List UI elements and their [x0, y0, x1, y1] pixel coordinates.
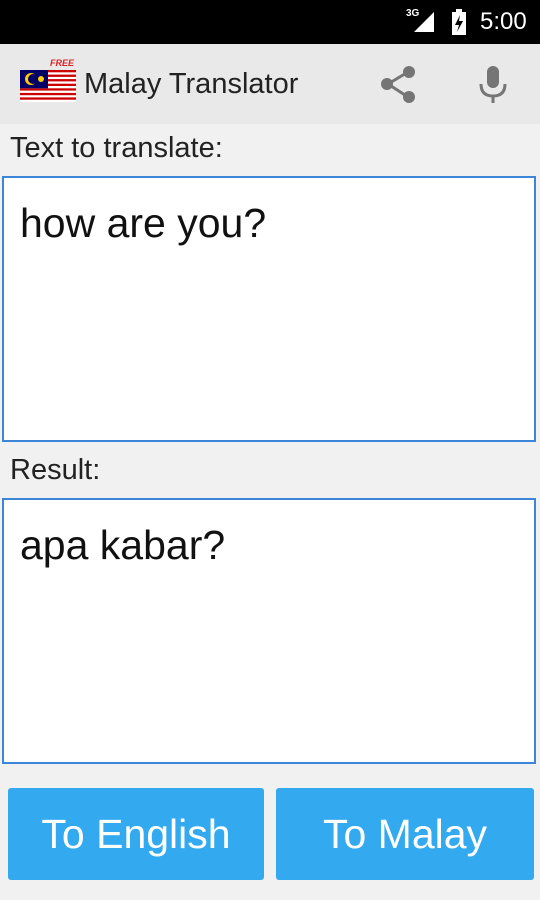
source-text-input[interactable]: how are you?: [2, 176, 536, 442]
to-english-button[interactable]: To English: [8, 788, 264, 880]
source-text: how are you?: [20, 200, 267, 246]
battery-charging-icon: [452, 9, 466, 35]
share-icon: [381, 66, 415, 103]
share-button[interactable]: [376, 62, 422, 108]
clock: 5:00: [480, 8, 527, 35]
free-badge: FREE: [50, 58, 75, 68]
result-label: Result:: [10, 454, 101, 486]
malaysia-flag-icon: [20, 70, 76, 102]
action-bar: FREE Malay Translator: [0, 44, 540, 124]
status-bar: 3G 5:00: [0, 0, 540, 44]
voice-input-button[interactable]: [470, 62, 516, 108]
app-title: Malay Translator: [84, 68, 299, 100]
to-malay-button[interactable]: To Malay: [276, 788, 534, 880]
signal-icon: [414, 12, 434, 32]
result-text: apa kabar?: [20, 522, 226, 568]
app-logo: FREE: [20, 58, 78, 102]
microphone-icon: [479, 66, 507, 103]
result-text-output[interactable]: apa kabar?: [2, 498, 536, 764]
source-label: Text to translate:: [10, 132, 223, 164]
